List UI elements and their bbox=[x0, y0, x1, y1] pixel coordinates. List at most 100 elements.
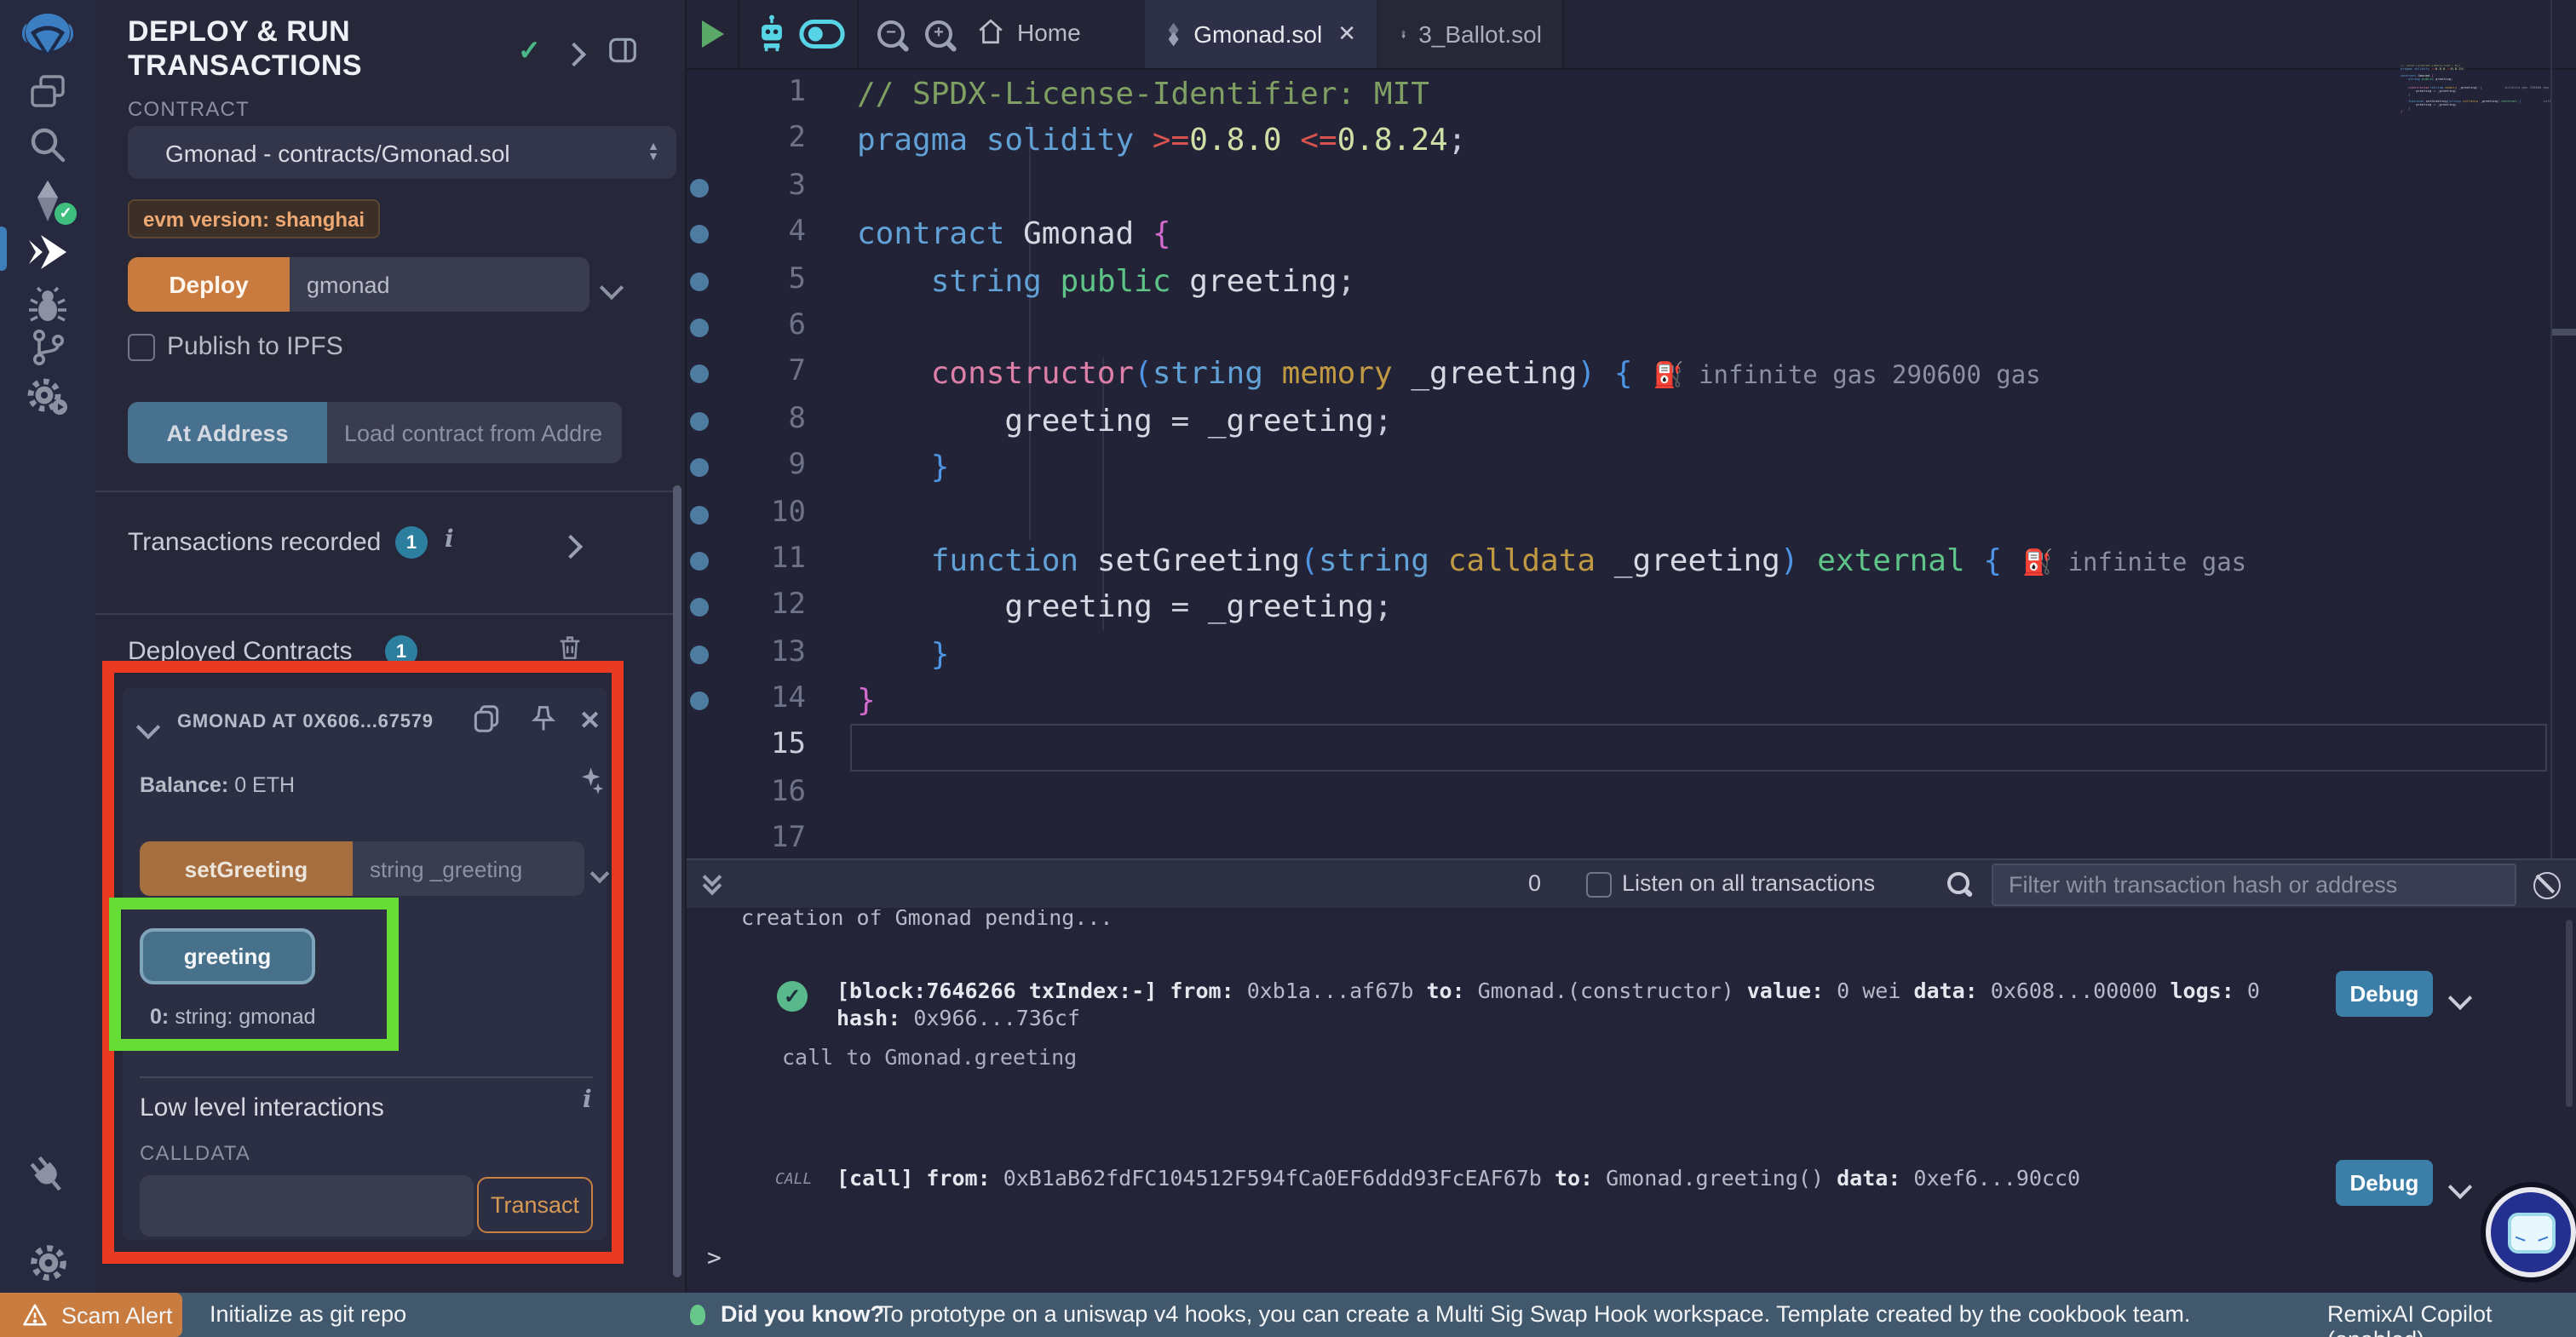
code-line[interactable]: 2pragma solidity >=0.8.0 <=0.8.24; bbox=[687, 118, 2576, 165]
zoom-out-icon[interactable]: − bbox=[877, 20, 905, 56]
terminal-collapse-icon[interactable] bbox=[705, 870, 719, 892]
code-line[interactable]: 10 bbox=[687, 491, 2576, 538]
pin-contract-icon[interactable] bbox=[528, 702, 559, 744]
code-line[interactable]: 14} bbox=[687, 678, 2576, 725]
file-explorer-icon[interactable] bbox=[0, 68, 95, 116]
settings-gear-icon[interactable] bbox=[0, 1238, 95, 1286]
listen-all-checkbox[interactable] bbox=[1586, 872, 1612, 898]
code-line[interactable]: 12 greeting = _greeting; bbox=[687, 585, 2576, 632]
plug-icon[interactable] bbox=[0, 1151, 95, 1199]
terminal-search-icon[interactable] bbox=[1947, 872, 1969, 903]
setgreeting-expand-chevron-icon[interactable] bbox=[593, 858, 607, 889]
code-line[interactable]: 1// SPDX-License-Identifier: MIT bbox=[687, 72, 2576, 118]
setgreeting-arg-input[interactable]: string _greeting bbox=[353, 841, 584, 896]
code-text: } bbox=[857, 446, 949, 489]
code-line[interactable]: 15 bbox=[687, 725, 2576, 772]
evm-version-badge: evm version: shanghai bbox=[128, 199, 380, 238]
deploy-expand-chevron-icon[interactable] bbox=[603, 274, 620, 305]
clear-console-ban-icon[interactable] bbox=[2533, 872, 2561, 908]
code-line[interactable]: 5 string public greeting; bbox=[687, 258, 2576, 305]
git-init-button[interactable]: Initialize as git repo bbox=[210, 1301, 406, 1327]
plugin-gears-icon[interactable] bbox=[0, 373, 95, 421]
code-line[interactable]: 3 bbox=[687, 165, 2576, 212]
editor-scrollbar-thumb[interactable] bbox=[2552, 329, 2576, 336]
minimap[interactable]: // SPDX-License-Identifier: MITpragma so… bbox=[2401, 65, 2550, 269]
debug-button[interactable]: Debug bbox=[2336, 971, 2433, 1017]
card-collapse-chevron-icon[interactable] bbox=[140, 714, 157, 744]
terminal-panel: 0 Listen on all transactions Filter with… bbox=[685, 858, 2576, 1293]
code-line[interactable]: 9 } bbox=[687, 445, 2576, 491]
at-address-input[interactable]: Load contract from Addre bbox=[327, 402, 622, 463]
panel-scrollbar[interactable] bbox=[673, 485, 681, 1277]
remixai-assistant-avatar[interactable] bbox=[2486, 1187, 2576, 1277]
deployed-count-badge: 1 bbox=[385, 635, 417, 668]
zoom-in-icon[interactable]: + bbox=[925, 20, 952, 56]
code-editor: − + Home Gmonad.sol ✕ 3_Ballot.sol 1// S… bbox=[685, 0, 2576, 858]
run-script-play-icon[interactable] bbox=[702, 20, 724, 56]
at-address-button[interactable]: At Address bbox=[128, 402, 327, 463]
line-number: 4 bbox=[687, 215, 806, 249]
result-index: 0: bbox=[150, 1005, 169, 1029]
publish-ipfs-checkbox[interactable] bbox=[128, 334, 155, 361]
code-line[interactable]: 4contract Gmonad { bbox=[687, 211, 2576, 258]
panel-collapse-chevron-icon[interactable] bbox=[566, 41, 583, 72]
pin-to-side-icon[interactable] bbox=[607, 34, 639, 75]
deployed-contract-card: GMONAD AT 0X606...67579 ✕ Balance: 0 ETH… bbox=[123, 688, 607, 1240]
tab-gmonad-sol[interactable]: Gmonad.sol ✕ bbox=[1145, 0, 1377, 68]
remixai-robot-icon[interactable] bbox=[753, 14, 791, 63]
line-number: 16 bbox=[687, 775, 806, 809]
debug-button[interactable]: Debug bbox=[2336, 1160, 2433, 1206]
transactions-expand-chevron-icon[interactable] bbox=[562, 533, 579, 564]
transactions-info-icon[interactable]: i bbox=[445, 526, 454, 554]
terminal-filter-input[interactable]: Filter with transaction hash or address bbox=[1992, 864, 2516, 906]
balance-value: 0 ETH bbox=[234, 773, 295, 797]
code-area[interactable]: 1// SPDX-License-Identifier: MIT2pragma … bbox=[687, 72, 2576, 858]
terminal-prompt[interactable]: > bbox=[707, 1247, 722, 1273]
copy-address-icon[interactable] bbox=[470, 702, 503, 744]
deploy-button[interactable]: Deploy bbox=[128, 257, 290, 312]
constructor-arg-input[interactable]: gmonad bbox=[290, 257, 589, 312]
did-you-know-text: To prototype on a uniswap v4 hooks, you … bbox=[879, 1301, 2190, 1327]
remix-logo[interactable] bbox=[0, 10, 95, 65]
greeting-button[interactable]: greeting bbox=[140, 928, 315, 984]
copilot-status[interactable]: RemixAI Copilot (enabled) bbox=[2327, 1301, 2576, 1337]
transact-button[interactable]: Transact bbox=[477, 1177, 593, 1233]
did-you-know-label: Did you know? bbox=[721, 1301, 884, 1327]
close-contract-icon[interactable]: ✕ bbox=[579, 705, 601, 736]
panel-title: DEPLOY & RUNTRANSACTIONS bbox=[128, 15, 486, 83]
editor-scrollbar-track bbox=[2550, 0, 2552, 858]
log-expand-chevron-icon[interactable] bbox=[2452, 984, 2469, 1015]
tab-close-icon[interactable]: ✕ bbox=[1337, 20, 1356, 48]
code-line[interactable]: 7 constructor(string memory _greeting) {… bbox=[687, 352, 2576, 399]
calldata-label: CALLDATA bbox=[140, 1141, 250, 1165]
git-branch-icon[interactable] bbox=[0, 324, 95, 371]
solidity-file-icon bbox=[1400, 20, 1406, 48]
tx-log-block[interactable]: [block:7646266 txIndex:-] from: 0xb1a...… bbox=[837, 978, 2336, 1030]
solidity-compiler-icon[interactable]: ✓ bbox=[0, 175, 95, 227]
setgreeting-button[interactable]: setGreeting bbox=[140, 841, 353, 896]
code-line[interactable]: 11 function setGreeting(string calldata … bbox=[687, 538, 2576, 585]
sparkles-ai-icon[interactable] bbox=[572, 763, 607, 809]
tab-3-ballot-sol[interactable]: 3_Ballot.sol bbox=[1380, 0, 1562, 68]
deploy-run-icon[interactable] bbox=[0, 228, 95, 276]
debugger-bug-icon[interactable] bbox=[0, 281, 95, 329]
section-divider bbox=[95, 613, 675, 615]
scam-alert-button[interactable]: Scam Alert bbox=[0, 1293, 182, 1337]
log-expand-chevron-icon[interactable] bbox=[2452, 1173, 2469, 1204]
publish-ipfs-label: Publish to IPFS bbox=[167, 332, 343, 361]
code-line[interactable]: 16 bbox=[687, 772, 2576, 818]
minimap-line bbox=[2401, 122, 2550, 125]
code-line[interactable]: 13 } bbox=[687, 631, 2576, 678]
copilot-toggle-icon[interactable] bbox=[799, 19, 845, 58]
code-line[interactable]: 8 greeting = _greeting; bbox=[687, 398, 2576, 445]
calldata-input[interactable] bbox=[140, 1175, 474, 1237]
low-level-info-icon[interactable]: i bbox=[583, 1087, 592, 1114]
search-icon[interactable] bbox=[0, 121, 95, 169]
terminal-scrollbar[interactable] bbox=[2566, 920, 2573, 1107]
trash-icon[interactable] bbox=[555, 632, 584, 671]
code-line[interactable]: 6 bbox=[687, 305, 2576, 352]
tab-home[interactable]: Home bbox=[976, 17, 1081, 46]
code-line[interactable]: 17 bbox=[687, 818, 2576, 859]
contract-select[interactable]: Gmonad - contracts/Gmonad.sol ▲▼ bbox=[128, 126, 676, 179]
call-log-block[interactable]: [call] from: 0xB1aB62fdFC104512F594fCa0E… bbox=[837, 1165, 2336, 1191]
